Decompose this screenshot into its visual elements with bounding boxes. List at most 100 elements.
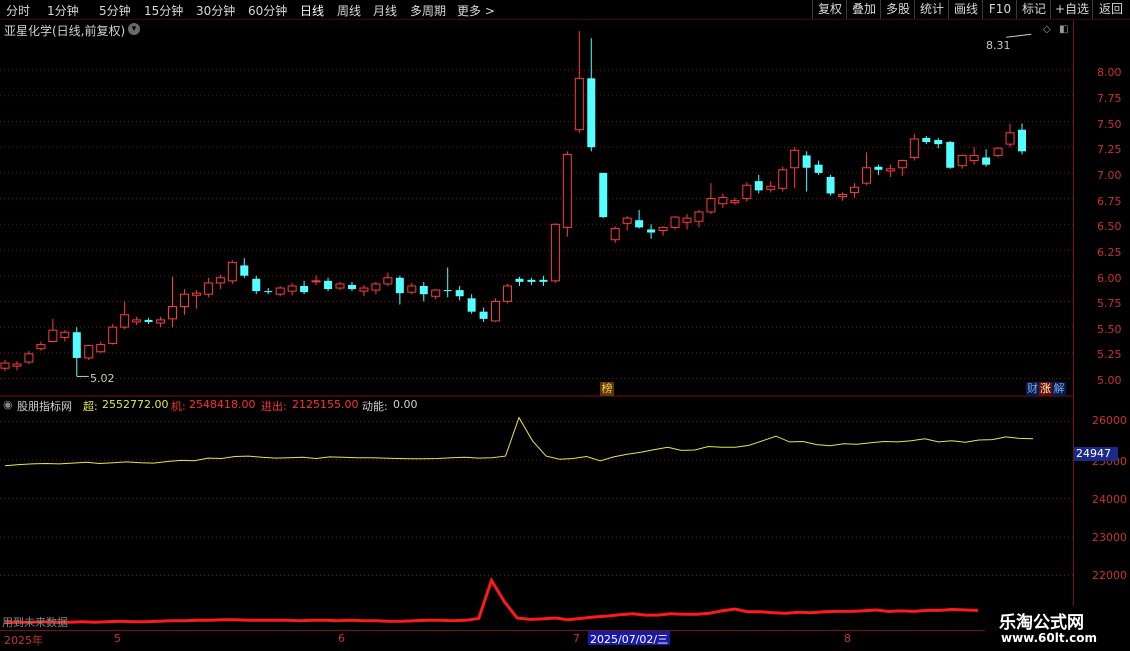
candle-body-up — [610, 227, 620, 241]
candle-body-down — [922, 137, 931, 143]
candle-body-up — [179, 293, 189, 308]
high-pointer-line — [1006, 33, 1032, 38]
period-tab-15min[interactable]: 15分钟 — [144, 2, 183, 19]
period-tab-fenshi[interactable]: 分时 — [6, 2, 30, 19]
candle-body-down — [347, 284, 356, 290]
candle-body-up — [897, 160, 907, 169]
candle-body-down — [814, 164, 823, 173]
period-tab-30min[interactable]: 30分钟 — [196, 2, 235, 19]
back-button[interactable]: 返回 — [1092, 0, 1129, 19]
brand-url: www.60lt.com — [1001, 631, 1098, 645]
indicator-tick: 24000 — [1092, 493, 1127, 506]
candle-body-up — [491, 300, 501, 322]
candle-body-down — [144, 319, 153, 322]
date-tick: 2025年 — [4, 634, 43, 647]
rise-badge[interactable]: 涨 — [1039, 382, 1052, 396]
candle-body-up — [168, 306, 178, 320]
candle-body-up — [12, 363, 22, 367]
jinchu-value: 2125155.00 — [292, 398, 359, 411]
candle-body-down — [72, 332, 81, 358]
candle-body-up — [227, 261, 237, 282]
period-tab-daily[interactable]: 日线 — [300, 2, 324, 19]
candle-body-down — [635, 220, 644, 228]
jinchu-label: 进出: — [261, 400, 287, 413]
candle-body-down — [599, 172, 608, 218]
price-tick: 6.00 — [1097, 272, 1122, 285]
kline-chart[interactable] — [0, 20, 1073, 630]
candle-body-down — [324, 280, 333, 290]
candle-body-up — [790, 149, 800, 169]
period-tab-multi[interactable]: 多周期 — [410, 2, 446, 19]
candle-body-up — [574, 77, 584, 131]
draw-line-button[interactable]: 画线 — [948, 0, 983, 19]
date-tick: 5 — [114, 632, 121, 645]
candle-body-down — [419, 285, 428, 295]
candle-body-up — [36, 344, 46, 350]
candle-body-up — [550, 223, 560, 282]
candle-body-down — [934, 140, 943, 145]
candle-body-up — [335, 283, 345, 289]
price-tick: 7.25 — [1097, 143, 1122, 156]
overlay-button[interactable]: 叠加 — [846, 0, 881, 19]
fuquan-button[interactable]: 复权 — [812, 0, 847, 19]
f10-button[interactable]: F10 — [982, 0, 1017, 19]
indicator-tick: 22000 — [1092, 569, 1127, 582]
candle-body-up — [694, 211, 704, 222]
candle-body-down — [300, 285, 309, 293]
period-tab-1min[interactable]: 1分钟 — [47, 2, 79, 19]
candle-body-down — [240, 265, 249, 276]
candle-body-up — [311, 280, 321, 283]
candle-body-up — [838, 193, 848, 198]
brand-name: 乐淘公式网 — [999, 613, 1084, 633]
candle-body-up — [682, 217, 692, 223]
dongneng-label: 动能: — [362, 400, 388, 413]
candle-body-up — [156, 319, 166, 324]
axis-divider — [1073, 20, 1074, 630]
period-tab-weekly[interactable]: 周线 — [337, 2, 361, 19]
ji-value: 2548418.00 — [189, 398, 256, 411]
future-data-warning: 用到未来数据 — [2, 616, 68, 629]
candle-body-up — [215, 277, 225, 284]
multi-stock-button[interactable]: 多股 — [880, 0, 915, 19]
candle-body-up — [993, 147, 1003, 156]
explain-badge[interactable]: 解 — [1052, 382, 1066, 396]
candle-body-up — [562, 153, 572, 228]
high-price-marker: 8.31 — [986, 39, 1011, 52]
selected-date: 2025/07/02/三 — [588, 631, 671, 646]
candle-body-down — [754, 181, 763, 191]
period-tab-60min[interactable]: 60分钟 — [248, 2, 287, 19]
indicator-tick: 23000 — [1092, 531, 1127, 544]
candle-body-up — [957, 154, 967, 167]
candle-body-up — [622, 217, 632, 224]
add-watchlist-button[interactable]: +自选 — [1050, 0, 1093, 19]
period-tab-5min[interactable]: 5分钟 — [99, 2, 131, 19]
price-tick: 5.50 — [1097, 323, 1122, 336]
candle-body-down — [455, 290, 464, 297]
candle-body-down — [647, 229, 656, 233]
candle-body-up — [287, 285, 297, 292]
finance-badge[interactable]: 财 — [1026, 382, 1039, 396]
gear-icon[interactable]: ◉ — [3, 398, 13, 411]
candle-body-up — [730, 200, 740, 204]
candle-body-up — [84, 345, 94, 359]
indicator-name[interactable]: 股朋指标网 — [17, 398, 72, 414]
period-tab-monthly[interactable]: 月线 — [373, 2, 397, 19]
candle-body-up — [861, 167, 871, 184]
period-tab-more[interactable]: 更多 > — [457, 2, 495, 19]
candle-body-up — [909, 138, 919, 158]
candle-body-up — [885, 168, 895, 172]
candle-body-up — [96, 344, 106, 353]
candle-body-down — [874, 166, 883, 170]
indicator-red-line — [4, 576, 979, 625]
price-tick: 7.75 — [1097, 92, 1122, 105]
indicator-yellow-line — [4, 416, 1034, 467]
price-tick: 7.50 — [1097, 118, 1122, 131]
price-tick: 6.50 — [1097, 220, 1122, 233]
candle-body-up — [718, 197, 728, 205]
candle-body-up — [670, 216, 680, 228]
statistics-button[interactable]: 统计 — [914, 0, 949, 19]
dongneng-value: 0.00 — [393, 398, 418, 411]
dragon-tiger-badge[interactable]: 榜 — [600, 382, 614, 396]
mark-button[interactable]: 标记 — [1016, 0, 1051, 19]
candle-body-up — [383, 277, 393, 285]
